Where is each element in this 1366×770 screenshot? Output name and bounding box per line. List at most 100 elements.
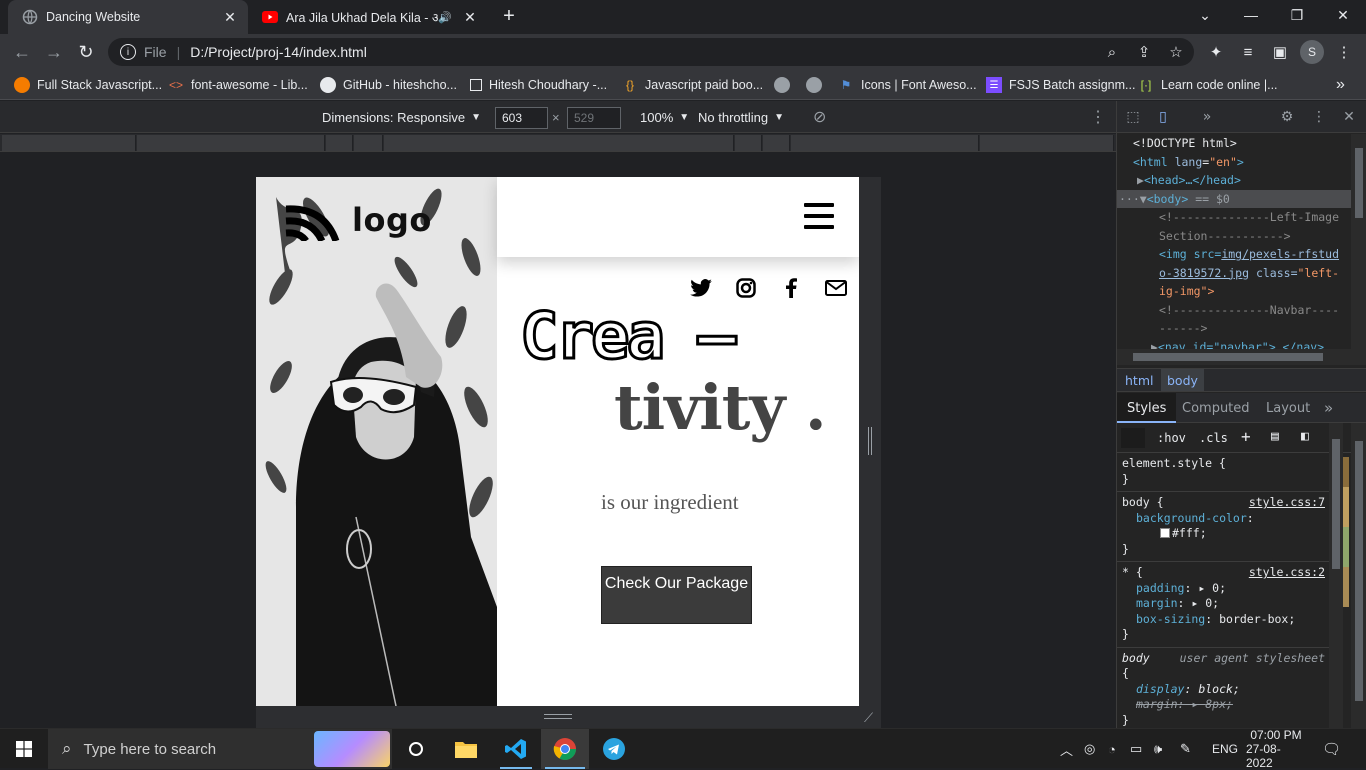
bookmark-item[interactable] bbox=[774, 70, 797, 100]
ruler-segment[interactable] bbox=[791, 135, 979, 151]
tab-youtube[interactable]: Ara Jila Ukhad Dela Kila - आ 🔊 ✕ bbox=[248, 0, 488, 34]
inspect-element-icon[interactable]: ⬚ bbox=[1123, 107, 1143, 127]
file-explorer-icon[interactable] bbox=[442, 729, 490, 769]
css-property[interactable]: background-color bbox=[1136, 511, 1247, 525]
comment-line[interactable]: <!--------------Left-Image bbox=[1117, 208, 1351, 227]
img-src-link[interactable]: img/pexels-rfstud bbox=[1221, 247, 1339, 261]
media-query-ruler[interactable] bbox=[0, 134, 1116, 152]
nav-node[interactable]: ▶<nav id="navbar">…</nav> bbox=[1117, 338, 1351, 350]
pen-icon[interactable]: ✎ bbox=[1180, 729, 1191, 769]
rule-universal[interactable]: style.css:2 * { padding: ▸ 0; margin: ▸ 0… bbox=[1117, 562, 1329, 648]
close-devtools-icon[interactable]: ✕ bbox=[1339, 107, 1359, 127]
styles-scrollbar[interactable] bbox=[1329, 423, 1343, 728]
ruler-segment[interactable] bbox=[980, 135, 1114, 151]
elements-tree[interactable]: <!DOCTYPE html> <html lang="en"> ▶<head>… bbox=[1117, 134, 1351, 349]
more-options-icon[interactable]: ⋮ bbox=[1090, 101, 1106, 133]
windows-start-icon[interactable] bbox=[0, 729, 48, 769]
tab-search-icon[interactable]: ⌄ bbox=[1182, 0, 1228, 30]
zoom-icon[interactable]: ⌕ bbox=[1098, 38, 1126, 66]
speaker-icon[interactable]: 🔊 bbox=[438, 11, 452, 24]
facebook-icon[interactable] bbox=[780, 277, 802, 299]
webcam-icon[interactable]: ◎ bbox=[1084, 729, 1095, 769]
tab-styles[interactable]: Styles bbox=[1117, 393, 1177, 423]
img-src-link[interactable]: o-3819572.jpg bbox=[1159, 266, 1249, 280]
css-value[interactable]: #fff; bbox=[1172, 526, 1207, 540]
telegram-icon[interactable] bbox=[590, 729, 638, 769]
doctype-line[interactable]: <!DOCTYPE html> bbox=[1117, 134, 1351, 153]
ruler-segment[interactable] bbox=[2, 135, 136, 151]
hamburger-menu-icon[interactable] bbox=[804, 203, 834, 229]
comment-line[interactable]: ------> bbox=[1117, 319, 1351, 338]
css-value[interactable]: 0; bbox=[1205, 596, 1219, 610]
ruler-segment[interactable] bbox=[735, 135, 762, 151]
bookmark-item[interactable]: Hitesh Choudhary -... bbox=[470, 70, 607, 100]
tab-layout[interactable]: Layout bbox=[1266, 401, 1310, 416]
img-node-cont[interactable]: o-3819572.jpg class="left- bbox=[1117, 264, 1351, 283]
source-link[interactable]: style.css:2 bbox=[1249, 565, 1325, 581]
bookmark-star-icon[interactable]: ☆ bbox=[1162, 38, 1190, 66]
battery-icon[interactable]: ▭ bbox=[1130, 729, 1142, 769]
profile-avatar[interactable]: S bbox=[1298, 38, 1326, 66]
clock[interactable]: 07:00 PM 27-08-2022 bbox=[1246, 728, 1306, 770]
new-tab-button[interactable]: + bbox=[498, 6, 520, 28]
ruler-segment[interactable] bbox=[326, 135, 353, 151]
wifi-icon[interactable]: ◔ bbox=[1108, 729, 1116, 769]
close-window-button[interactable]: ✕ bbox=[1320, 0, 1366, 30]
twitter-icon[interactable] bbox=[690, 277, 712, 299]
bookmark-item[interactable]: GitHub - hiteshcho... bbox=[320, 70, 457, 100]
media-icon[interactable]: ≡ bbox=[1234, 38, 1262, 66]
breadcrumb-body[interactable]: body bbox=[1161, 369, 1204, 391]
css-value[interactable]: border-box; bbox=[1219, 612, 1295, 626]
volume-icon[interactable]: 🕪 bbox=[1154, 729, 1162, 769]
height-input[interactable]: 529 bbox=[567, 107, 621, 129]
logo-text[interactable]: logo bbox=[352, 201, 432, 239]
add-rule-icon[interactable]: + bbox=[1241, 427, 1251, 446]
rule-user-agent[interactable]: user agent stylesheet body { display: blo… bbox=[1117, 648, 1329, 729]
vscode-icon[interactable] bbox=[492, 729, 540, 769]
taskbar-search-input[interactable]: ⌕ Type here to search bbox=[48, 729, 392, 769]
tray-chevron-icon[interactable]: ︿ bbox=[1060, 729, 1073, 769]
ruler-segment[interactable] bbox=[763, 135, 790, 151]
more-tabs-icon[interactable]: » bbox=[1197, 107, 1217, 127]
close-tab-icon[interactable]: ✕ bbox=[220, 9, 240, 26]
bookmark-item[interactable] bbox=[806, 70, 829, 100]
rotate-icon[interactable]: ⊘ bbox=[813, 101, 826, 133]
rule-body[interactable]: style.css:7 body { background-color: #fff… bbox=[1117, 492, 1329, 562]
task-view-icon[interactable] bbox=[392, 729, 440, 769]
url-text[interactable]: D:/Project/proj-14/index.html bbox=[190, 44, 367, 60]
bookmark-item[interactable]: ☰ FSJS Batch assignm... bbox=[986, 70, 1135, 100]
css-property[interactable]: margin bbox=[1136, 596, 1178, 610]
bookmark-item[interactable]: [·] Learn code online |... bbox=[1138, 70, 1278, 100]
comment-line[interactable]: <!--------------Navbar---- bbox=[1117, 301, 1351, 320]
close-tab-icon[interactable]: ✕ bbox=[460, 9, 480, 26]
share-icon[interactable]: ⇪ bbox=[1130, 38, 1158, 66]
color-swatch[interactable] bbox=[1160, 528, 1170, 538]
css-property[interactable]: padding bbox=[1136, 581, 1184, 595]
resize-corner-icon[interactable]: ⟋ bbox=[864, 710, 873, 726]
minimize-button[interactable]: — bbox=[1228, 0, 1274, 30]
paint-icon[interactable]: ▤ bbox=[1271, 429, 1279, 444]
breadcrumb-html[interactable]: html bbox=[1125, 373, 1153, 388]
throttling-dropdown[interactable]: No throttling ▼ bbox=[698, 101, 784, 133]
source-link[interactable]: style.css:7 bbox=[1249, 495, 1325, 511]
logo-mark-icon[interactable] bbox=[284, 205, 340, 246]
bookmark-item[interactable]: <> font-awesome - Lib... bbox=[168, 70, 308, 100]
head-node[interactable]: ▶<head>…</head> bbox=[1117, 171, 1351, 190]
bookmark-item[interactable]: ⚑ Icons | Font Aweso... bbox=[838, 70, 977, 100]
more-panels-icon[interactable]: » bbox=[1324, 399, 1333, 417]
back-button[interactable]: ← bbox=[8, 38, 36, 66]
devtools-outer-scrollbar[interactable] bbox=[1351, 423, 1366, 728]
comment-line[interactable]: Section-----------> bbox=[1117, 227, 1351, 246]
side-panel-icon[interactable]: ▣ bbox=[1266, 38, 1294, 66]
reload-button[interactable]: ↻ bbox=[72, 38, 100, 66]
css-property[interactable]: box-sizing bbox=[1136, 612, 1205, 626]
tab-computed[interactable]: Computed bbox=[1182, 401, 1250, 416]
html-node[interactable]: <html lang="en"> bbox=[1117, 153, 1351, 172]
forward-button[interactable]: → bbox=[40, 38, 68, 66]
bookmark-item[interactable]: {} Javascript paid boo... bbox=[622, 70, 763, 100]
extensions-icon[interactable]: ✦ bbox=[1202, 38, 1230, 66]
mail-icon[interactable] bbox=[825, 277, 847, 299]
dimensions-dropdown[interactable]: Dimensions: Responsive ▼ bbox=[322, 101, 481, 133]
notifications-icon[interactable]: 🗨 bbox=[1322, 729, 1341, 769]
hov-toggle[interactable]: :hov bbox=[1157, 431, 1186, 445]
